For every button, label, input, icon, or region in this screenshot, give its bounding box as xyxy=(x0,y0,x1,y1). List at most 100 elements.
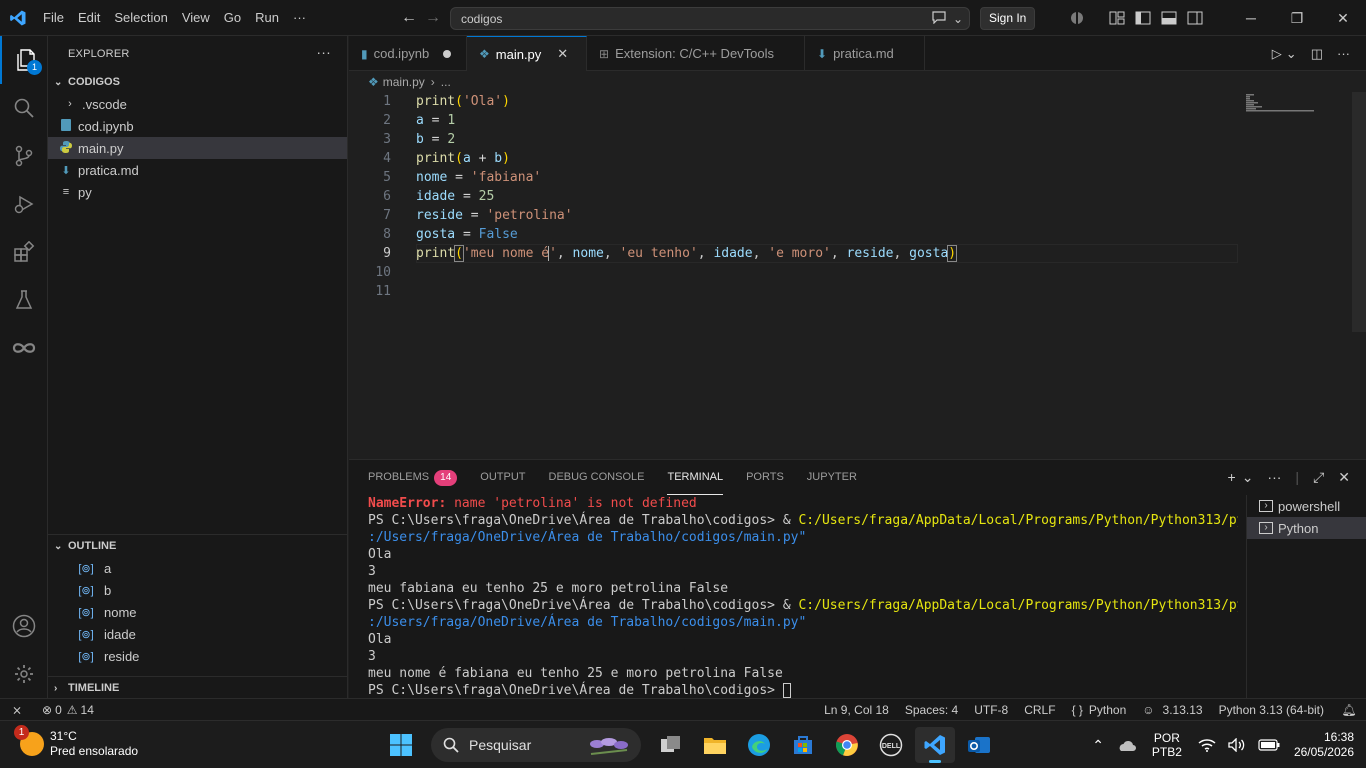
tree-item-pratica-md[interactable]: ⬇ pratica.md xyxy=(48,159,347,181)
tab-jupyter[interactable]: JUPYTER xyxy=(807,460,857,495)
code-line[interactable]: reside = 'petrolina' xyxy=(416,206,573,225)
problems-status[interactable]: ⊗ 0 ⚠ 14 xyxy=(34,699,102,721)
outline-item[interactable]: [⊚] a xyxy=(48,557,348,579)
tab-output[interactable]: OUTPUT xyxy=(480,460,525,495)
close-window-icon[interactable]: ✕ xyxy=(1320,0,1366,36)
new-terminal-icon[interactable]: + xyxy=(1228,469,1236,486)
tab-problems[interactable]: PROBLEMS 14 xyxy=(368,460,458,495)
toggle-panel-icon[interactable] xyxy=(1156,0,1182,36)
chevron-up-icon[interactable]: ⌃ xyxy=(1086,737,1110,754)
forward-arrow-icon[interactable]: → xyxy=(420,9,446,27)
file-explorer-icon[interactable] xyxy=(695,727,735,763)
language-mode[interactable]: { } Python xyxy=(1064,699,1135,721)
copilot-icon[interactable] xyxy=(1064,0,1090,36)
encoding[interactable]: UTF-8 xyxy=(966,699,1016,721)
tab-terminal[interactable]: TERMINAL xyxy=(667,460,724,495)
taskbar-search[interactable]: Pesquisar xyxy=(431,728,641,762)
timeline-header[interactable]: › TIMELINE xyxy=(48,677,348,699)
close-icon[interactable]: ✕ xyxy=(557,46,568,62)
tree-item-main-py[interactable]: main.py xyxy=(48,137,347,159)
testing-flask-icon[interactable] xyxy=(0,276,48,324)
code-line[interactable]: nome = 'fabiana' xyxy=(416,168,541,187)
tab-cod-ipynb[interactable]: ▮ cod.ipynb xyxy=(349,36,467,71)
code-line[interactable]: print(a + b) xyxy=(416,149,510,168)
tab-extension[interactable]: ⊞ Extension: C/C++ DevTools xyxy=(587,36,805,71)
chevron-down-icon[interactable]: ⌄ xyxy=(1286,46,1297,62)
edge-browser-icon[interactable] xyxy=(739,727,779,763)
menu-go[interactable]: Go xyxy=(217,0,248,36)
end-of-line[interactable]: CRLF xyxy=(1016,699,1063,721)
outline-item[interactable]: [⊚] reside xyxy=(48,645,348,667)
onedrive-cloud-icon[interactable] xyxy=(1110,738,1142,752)
minimap[interactable] xyxy=(1246,94,1316,114)
task-view-icon[interactable] xyxy=(651,727,691,763)
outline-item[interactable]: [⊚] nome xyxy=(48,601,348,623)
vscode-logo-icon[interactable] xyxy=(0,0,36,36)
chrome-icon[interactable] xyxy=(827,727,867,763)
code-line[interactable]: idade = 25 xyxy=(416,187,494,206)
maximize-panel-icon[interactable]: ⤢ xyxy=(1313,469,1324,486)
terminal-item-python[interactable]: › Python xyxy=(1247,517,1366,539)
tab-main-py[interactable]: ❖ main.py ✕ xyxy=(467,36,587,71)
system-clock[interactable]: 16:38 26/05/2026 xyxy=(1286,730,1366,760)
code-line[interactable]: a = 1 xyxy=(416,111,455,130)
toggle-secondary-sidebar-icon[interactable] xyxy=(1182,0,1208,36)
code-line[interactable]: print('Ola') xyxy=(416,92,510,111)
python-version[interactable]: ☺ 3.13.13 xyxy=(1134,699,1210,721)
menu-more[interactable]: ··· xyxy=(286,0,313,36)
extensions-icon[interactable] xyxy=(0,228,48,276)
outline-item[interactable]: [⊚] idade xyxy=(48,623,348,645)
tree-item-vscode[interactable]: › .vscode xyxy=(48,93,347,115)
menu-edit[interactable]: Edit xyxy=(71,0,107,36)
sign-in-button[interactable]: Sign In xyxy=(980,7,1036,30)
dell-icon[interactable]: DELL xyxy=(871,727,911,763)
account-icon[interactable] xyxy=(0,602,48,650)
tree-item-py[interactable]: ≡ py xyxy=(48,181,347,203)
folder-header[interactable]: ⌄ CODIGOS xyxy=(48,71,347,93)
more-actions-icon[interactable]: ··· xyxy=(1267,469,1281,486)
tab-pratica-md[interactable]: ⬇ pratica.md xyxy=(805,36,925,71)
battery-icon[interactable] xyxy=(1252,739,1286,751)
more-actions-icon[interactable]: ··· xyxy=(1337,46,1350,62)
settings-gear-icon[interactable] xyxy=(0,650,48,698)
run-debug-icon[interactable] xyxy=(0,180,48,228)
vscode-taskbar-icon[interactable] xyxy=(915,727,955,763)
code-line[interactable]: b = 2 xyxy=(416,130,455,149)
source-control-icon[interactable] xyxy=(0,132,48,180)
search-icon[interactable] xyxy=(0,84,48,132)
tab-ports[interactable]: PORTS xyxy=(746,460,784,495)
chevron-down-icon[interactable]: ⌄ xyxy=(1242,469,1254,486)
notifications-bell-icon[interactable]: 🔔︎ xyxy=(1332,699,1366,721)
toggle-primary-sidebar-icon[interactable] xyxy=(1130,0,1156,36)
code-editor[interactable]: 1 print('Ola') 2 a = 1 3 b = 2 4 print(a + b… xyxy=(349,92,1366,458)
layout-customize-icon[interactable] xyxy=(1104,0,1130,36)
menu-selection[interactable]: Selection xyxy=(107,0,174,36)
chevron-down-icon[interactable]: ⌄ xyxy=(953,12,963,26)
breadcrumb-file[interactable]: main.py xyxy=(383,75,425,89)
menu-file[interactable]: File xyxy=(36,0,71,36)
outlook-icon[interactable] xyxy=(959,727,999,763)
menu-run[interactable]: Run xyxy=(248,0,286,36)
weather-widget[interactable]: 1 31°C Pred ensolarado xyxy=(14,725,138,759)
split-editor-icon[interactable]: ◫ xyxy=(1311,46,1323,62)
breadcrumb-rest[interactable]: ... xyxy=(441,75,451,89)
windows-start-icon[interactable] xyxy=(381,727,421,763)
back-arrow-icon[interactable]: ← xyxy=(396,9,422,27)
close-panel-icon[interactable]: ✕ xyxy=(1338,469,1350,486)
copilot-infinity-icon[interactable] xyxy=(0,324,48,372)
explorer-icon[interactable]: 1 xyxy=(0,36,48,84)
code-line[interactable]: gosta = False xyxy=(416,225,518,244)
more-actions-icon[interactable]: ··· xyxy=(316,44,331,60)
indentation[interactable]: Spaces: 4 xyxy=(897,699,966,721)
minimize-icon[interactable]: ─ xyxy=(1228,0,1274,36)
run-icon[interactable]: ▷ xyxy=(1272,46,1282,62)
terminal-item-powershell[interactable]: › powershell xyxy=(1247,495,1366,517)
wifi-icon[interactable] xyxy=(1192,738,1222,752)
command-center-search[interactable]: codigos ⌄ xyxy=(450,7,970,30)
outline-item[interactable]: [⊚] b xyxy=(48,579,348,601)
unsaved-dot-icon[interactable] xyxy=(443,49,452,58)
input-language[interactable]: POR PTB2 xyxy=(1142,731,1192,759)
restore-icon[interactable]: ❐ xyxy=(1274,0,1320,36)
outline-header[interactable]: ⌄ OUTLINE xyxy=(48,535,348,557)
terminal-output[interactable]: NameError: name 'petrolina' is not defin… xyxy=(368,495,1238,699)
